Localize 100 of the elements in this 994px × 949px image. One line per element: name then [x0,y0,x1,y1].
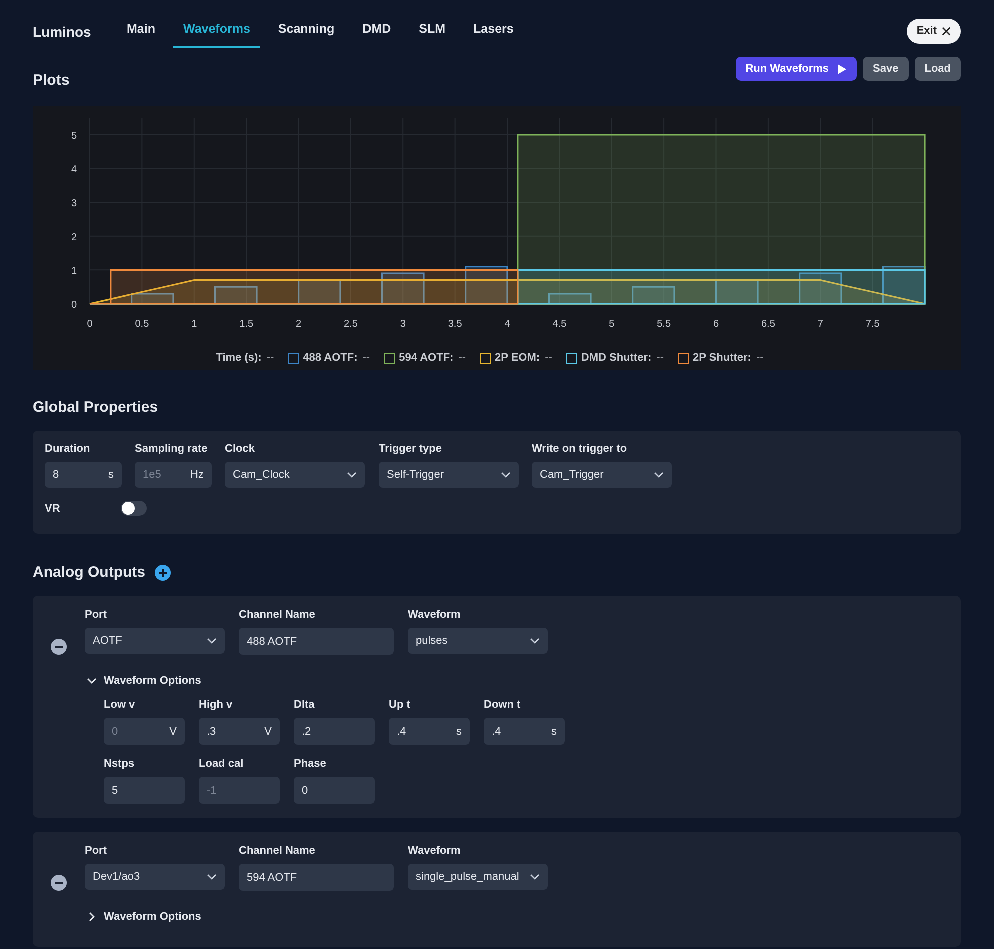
axis-label: 6 [713,319,720,330]
unit-label: Hz [190,469,204,481]
axis-label: 6.5 [761,319,776,330]
field-label: Port [85,609,108,621]
section-title: Global Properties [33,399,160,416]
field-label: Waveform [408,609,462,621]
input-field[interactable]: .2 [294,718,375,745]
nav-tab[interactable]: Waveforms [173,14,260,48]
chevron-down-icon [347,472,357,478]
axis-label: 5.5 [657,319,672,330]
toggle-label: VR [45,502,62,514]
legend-label: 594 AOTF: [399,352,454,364]
axis-label: 1 [71,266,77,278]
close-icon [942,26,951,36]
legend-value: -- [756,352,764,364]
legend-value: -- [656,352,664,364]
nav-tab[interactable]: Lasers [464,14,524,48]
legend-label: 2P EOM: [495,352,540,364]
options-toggle[interactable]: Waveform Options [87,675,202,687]
field-label: Dlta [294,699,316,711]
field-label: Sampling rate [135,443,209,455]
field-label: Channel Name [239,609,316,621]
section-title: Analog Outputs [33,564,146,581]
axis-label: 5 [71,130,77,142]
unit-label: s [108,469,114,481]
axis-label: 0 [87,319,93,330]
axis-label: 3 [71,198,77,210]
toggle-switch[interactable] [121,501,147,516]
input-field[interactable]: 0 [294,777,375,804]
dropdown[interactable]: Self-Trigger [379,462,519,488]
axis-label: 4 [71,164,77,176]
axis-label: 2 [71,232,77,244]
input-field[interactable]: 488 AOTF [239,628,394,655]
chevron-down-icon [501,472,511,478]
dropdown[interactable]: Cam_Trigger [532,462,672,488]
unit-label: s [552,726,557,738]
dropdown[interactable]: single_pulse_manual [408,864,548,890]
axis-label: 4 [504,319,510,330]
app-title: Luminos [33,24,92,40]
axis-label: 0.5 [135,319,150,330]
dropdown[interactable]: Cam_Clock [225,462,365,488]
dropdown[interactable]: AOTF [85,628,225,654]
field-label: Phase [294,758,328,770]
legend-label: DMD Shutter: [581,352,652,364]
field-label: Nstps [104,758,136,770]
nav-tab[interactable]: Scanning [268,14,345,48]
section-title: Plots [33,72,70,89]
axis-label: 5 [609,319,615,330]
add-icon[interactable] [154,564,170,580]
nav-tab[interactable]: DMD [352,14,402,48]
nav-tab[interactable]: Main [117,14,166,48]
legend-label: 2P Shutter: [693,352,752,364]
legend-label: Time (s): [216,352,262,364]
action-button[interactable]: Save [863,57,909,81]
field-label: Port [85,845,108,857]
axis-label: 1.5 [240,319,254,330]
field-label: High v [199,699,234,711]
dropdown[interactable]: Dev1/ao3 [85,864,225,890]
chevron-down-icon [207,638,217,644]
input-field[interactable]: -1 [199,777,280,804]
axis-label: 4.5 [552,319,567,330]
field-label: Load cal [199,758,245,770]
axis-label: 0 [71,300,77,311]
axis-label: 3.5 [448,319,462,330]
dropdown[interactable]: pulses [408,628,548,654]
chevron-down-icon [207,874,217,880]
field-label: Low v [104,699,136,711]
legend-value: -- [458,352,466,364]
unit-label: V [264,726,272,738]
field-label: Down t [484,699,522,711]
unit-label: V [170,726,177,738]
axis-label: 2.5 [344,319,358,330]
options-toggle[interactable]: Waveform Options [87,911,202,923]
input-field[interactable]: 594 AOTF [239,864,394,891]
axis-label: 1 [192,319,198,330]
unit-label: s [456,726,462,738]
field-label: Trigger type [379,443,443,455]
axis-label: 3 [400,319,406,330]
legend-label: 488 AOTF: [303,352,358,364]
chevron-down-icon [654,472,664,478]
remove-icon[interactable] [51,639,67,655]
exit-button[interactable]: Exit [906,18,961,44]
play-icon [837,64,848,74]
action-button[interactable]: Load [914,57,961,81]
legend-value: -- [266,352,274,364]
nav-tab[interactable]: SLM [409,14,456,48]
field-label: Clock [225,443,256,455]
axis-label: 2 [296,319,302,330]
input-field[interactable]: 5 [104,777,185,804]
field-label: Channel Name [239,845,316,857]
action-button[interactable]: Run Waveforms [736,57,858,81]
field-label: Duration [45,443,92,455]
legend-value: -- [362,352,370,364]
chevron-down-icon [530,638,540,644]
field-label: Write on trigger to [532,443,628,455]
axis-label: 7.5 [866,319,880,330]
remove-icon[interactable] [51,875,67,891]
field-label: Waveform [408,845,462,857]
chevron-right-icon [87,912,97,922]
legend-value: -- [545,352,552,364]
